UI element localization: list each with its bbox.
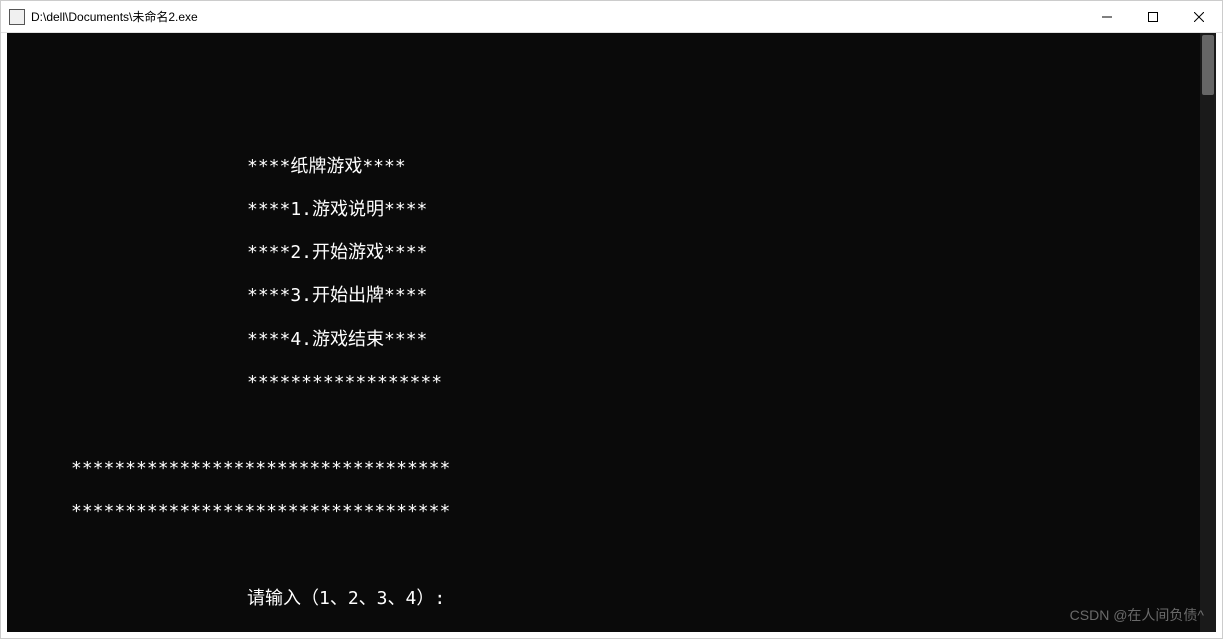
watermark: CSDN @在人间负债^ (1070, 607, 1204, 624)
menu-footer: ****************** (15, 372, 1208, 394)
minimize-button[interactable] (1084, 1, 1130, 33)
minimize-icon (1102, 12, 1112, 22)
menu-item-4: ****4.游戏结束**** (15, 329, 1208, 351)
menu-item-2: ****2.开始游戏**** (15, 242, 1208, 264)
titlebar-left: D:\dell\Documents\未命名2.exe (9, 8, 198, 25)
divider-2: *********************************** (15, 501, 1208, 523)
console-content: ****纸牌游戏**** ****1.游戏说明**** ****2.开始游戏**… (15, 84, 1208, 638)
divider-1: *********************************** (15, 458, 1208, 480)
input-prompt: 请输入（1、2、3、4）: (15, 588, 1208, 610)
app-icon (9, 9, 25, 25)
window-title: D:\dell\Documents\未命名2.exe (31, 8, 198, 25)
close-icon (1194, 12, 1204, 22)
scrollbar[interactable] (1200, 33, 1216, 632)
menu-item-1: ****1.游戏说明**** (15, 199, 1208, 221)
titlebar: D:\dell\Documents\未命名2.exe (1, 1, 1222, 33)
scrollbar-thumb[interactable] (1202, 35, 1214, 95)
application-window: D:\dell\Documents\未命名2.exe ****纸牌游戏**** … (0, 0, 1223, 639)
close-button[interactable] (1176, 1, 1222, 33)
blank-line (15, 544, 1208, 566)
menu-item-3: ****3.开始出牌**** (15, 285, 1208, 307)
maximize-button[interactable] (1130, 1, 1176, 33)
console-body[interactable]: ****纸牌游戏**** ****1.游戏说明**** ****2.开始游戏**… (1, 33, 1222, 638)
maximize-icon (1148, 12, 1158, 22)
blank-line (15, 415, 1208, 437)
menu-title: ****纸牌游戏**** (15, 156, 1208, 178)
window-controls (1084, 1, 1222, 32)
